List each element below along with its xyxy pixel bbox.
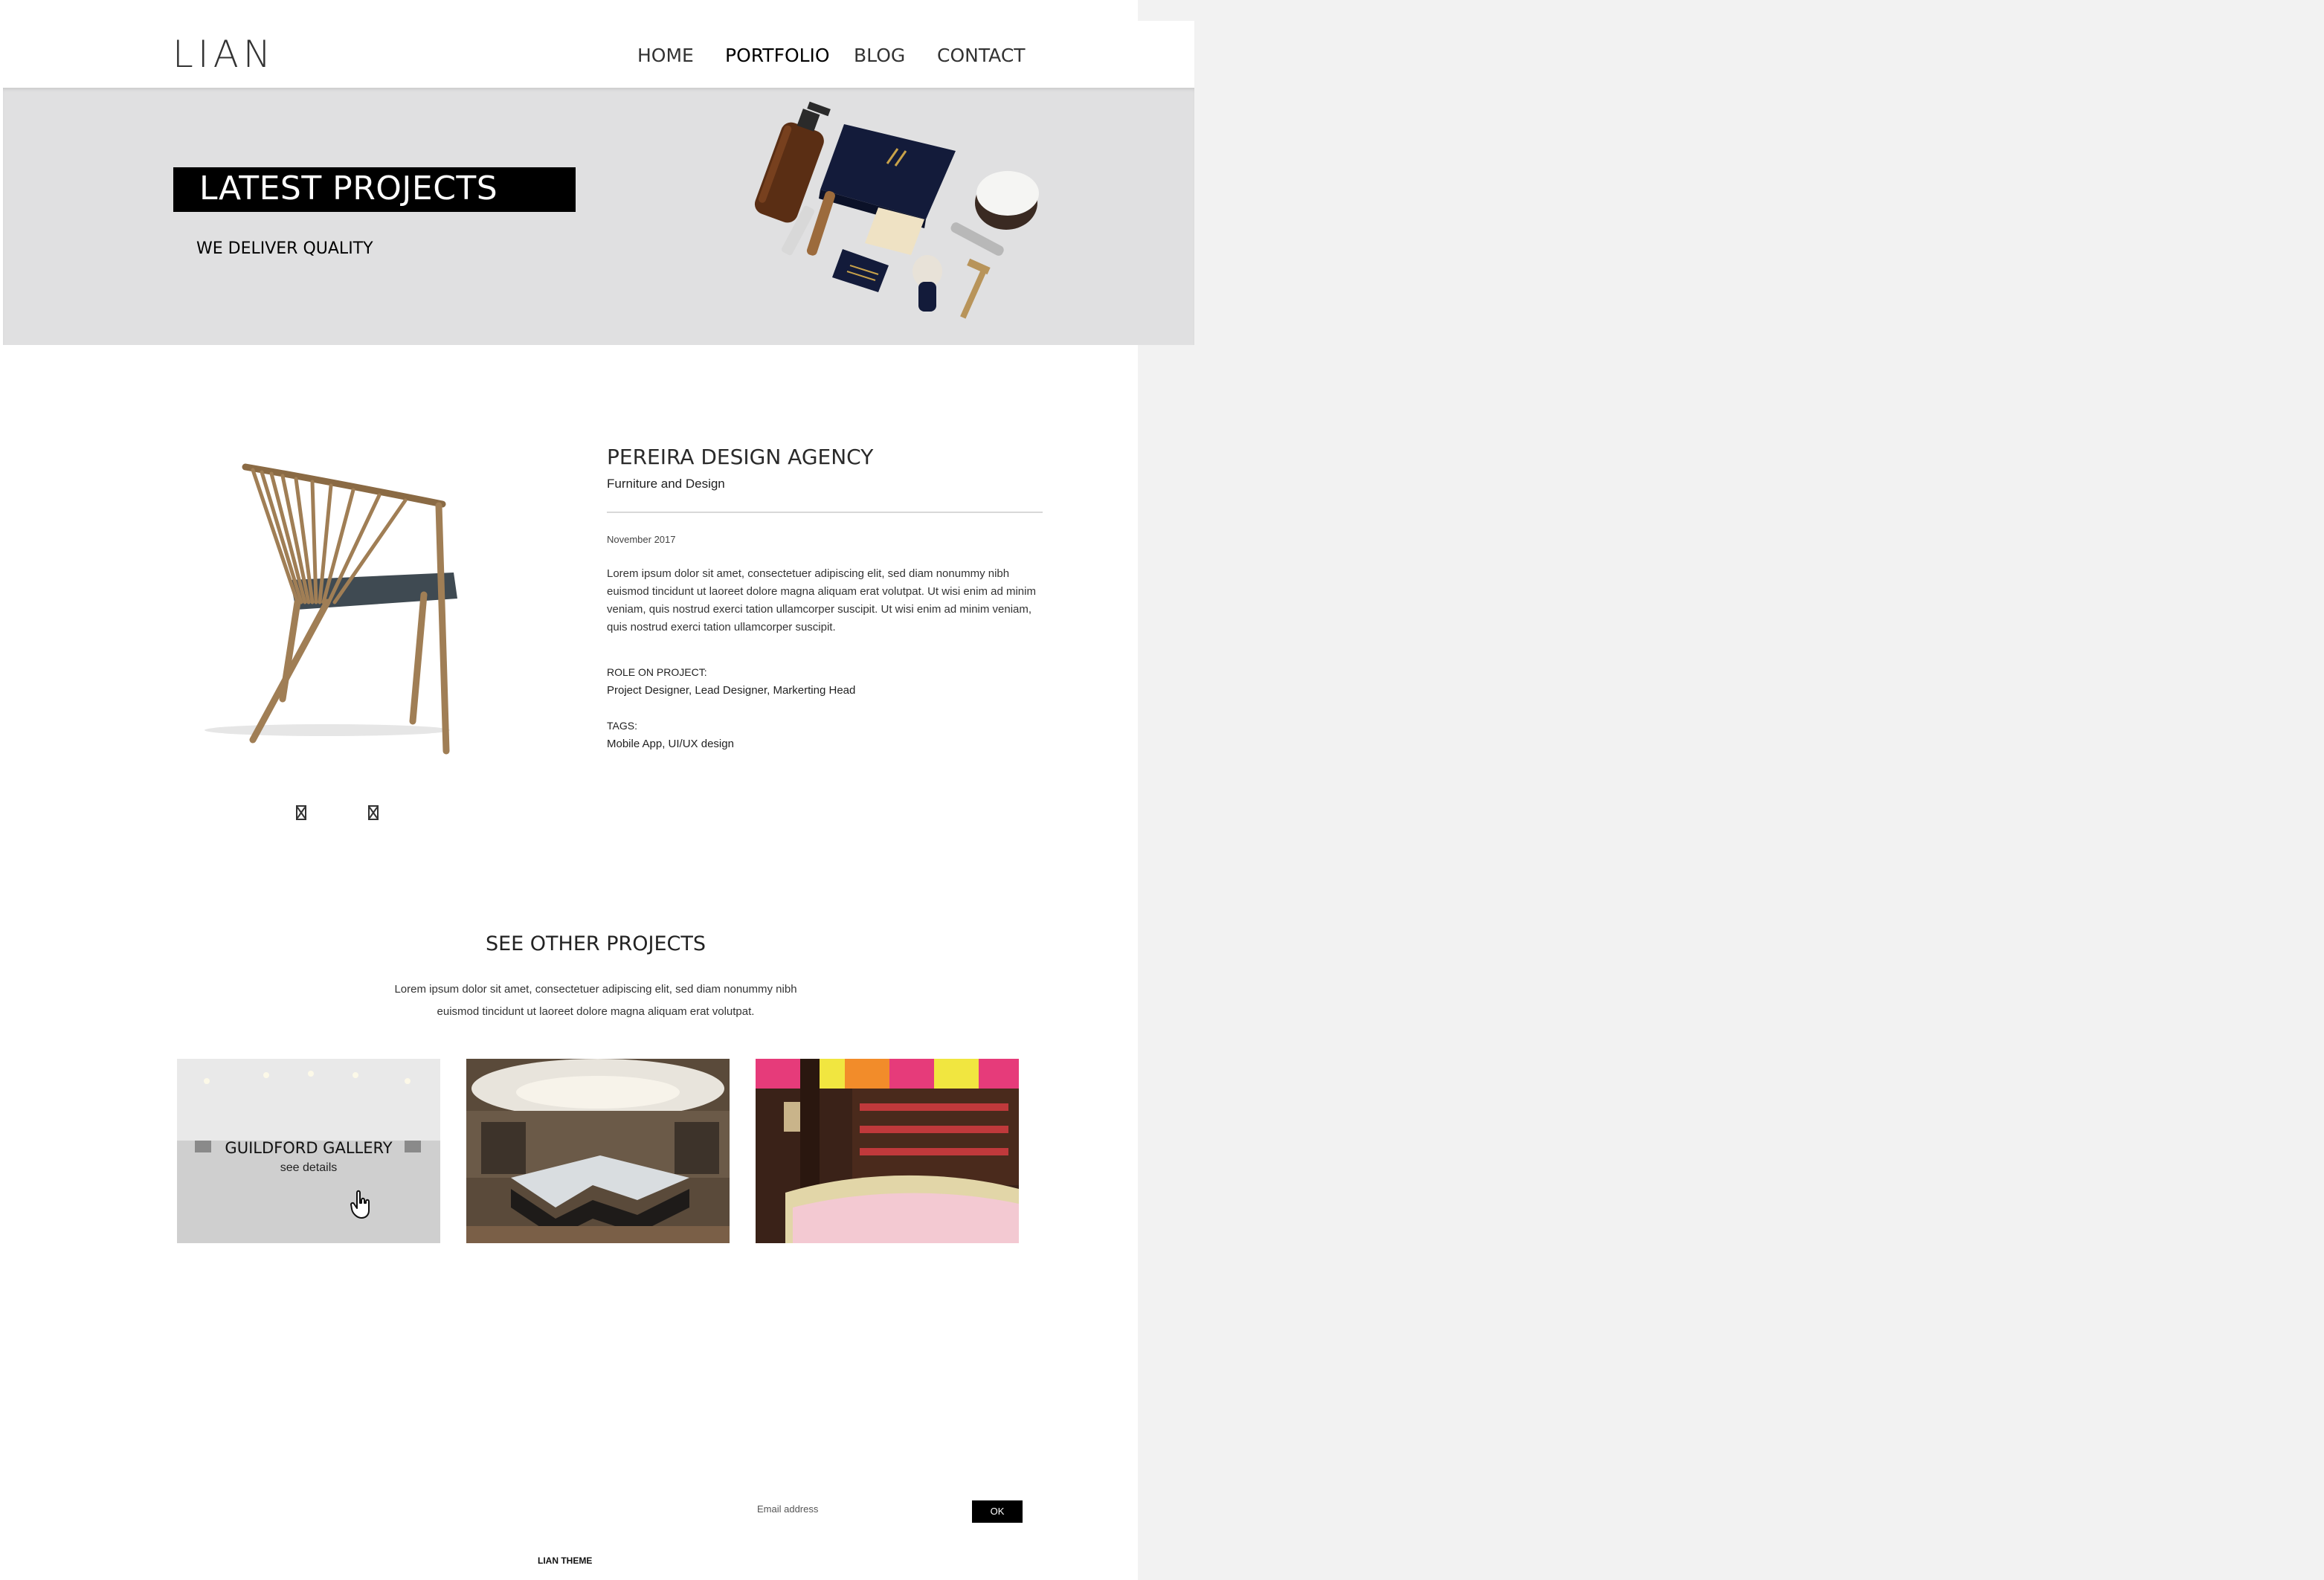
hero-subtitle: WE DELIVER QUALITY <box>196 239 373 258</box>
nav-portfolio[interactable]: PORTFOLIO <box>725 45 830 66</box>
project-image-chair <box>205 463 457 755</box>
project-description: Lorem ipsum dolor sit amet, consectetuer… <box>607 567 1036 633</box>
hero-title: LATEST PROJECTS <box>199 170 498 207</box>
project-card-link[interactable]: see details <box>177 1161 440 1175</box>
slider-next-icon[interactable] <box>368 805 379 820</box>
other-projects-description: Lorem ipsum dolor sit amet, consectetuer… <box>394 983 797 1018</box>
jewelry-store-thumbnail <box>466 1059 730 1243</box>
project-date: November 2017 <box>607 534 676 545</box>
brand-logo[interactable]: LIAN <box>173 33 275 76</box>
nav-home[interactable]: HOME <box>637 45 694 66</box>
hero-product-image <box>754 101 1039 319</box>
role-label: ROLE ON PROJECT: <box>607 666 707 678</box>
project-category: Furniture and Design <box>607 477 725 491</box>
project-card-jewelry-store[interactable] <box>466 1059 730 1243</box>
candy-store-thumbnail <box>756 1059 1019 1243</box>
tags-value: Mobile App, UI/UX design <box>607 738 734 750</box>
hand-cursor-icon <box>350 1190 370 1219</box>
divider <box>607 512 1043 513</box>
other-projects-title: SEE OTHER PROJECTS <box>485 932 706 955</box>
slider-prev-icon[interactable] <box>296 805 306 820</box>
subscribe-ok-button[interactable]: OK <box>972 1500 1023 1523</box>
role-value: Project Designer, Lead Designer, Markert… <box>607 684 856 697</box>
nav-blog[interactable]: BLOG <box>854 45 905 66</box>
project-card-gallery[interactable]: GUILDFORD GALLERY see details <box>177 1059 440 1243</box>
tags-label: TAGS: <box>607 720 637 732</box>
project-card-candy-store[interactable] <box>756 1059 1019 1243</box>
project-card-title: GUILDFORD GALLERY <box>225 1139 393 1157</box>
footer-brand: LIAN THEME <box>538 1555 593 1566</box>
email-input[interactable]: Email address <box>757 1503 818 1515</box>
nav-contact[interactable]: CONTACT <box>937 45 1026 66</box>
project-title: PEREIRA DESIGN AGENCY <box>607 445 874 469</box>
